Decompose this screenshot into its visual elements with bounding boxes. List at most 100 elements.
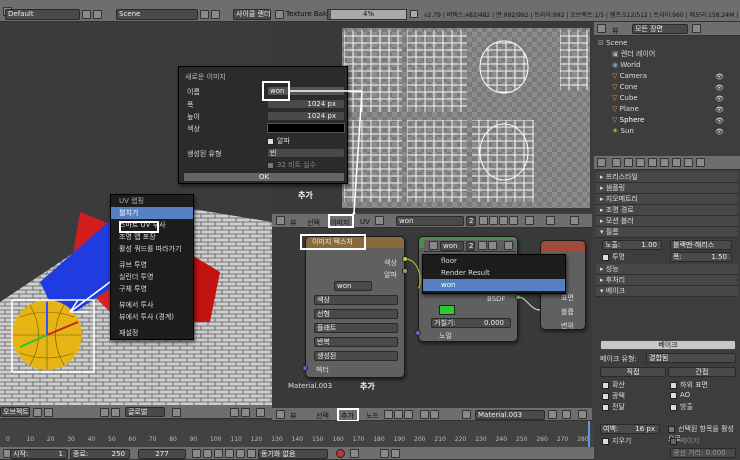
- transparent-checkbox[interactable]: 투명: [602, 252, 625, 262]
- cancel-icon[interactable]: [410, 10, 418, 18]
- node-browser-image[interactable]: won: [440, 241, 464, 251]
- node-image-field[interactable]: won: [334, 281, 372, 291]
- scene-field[interactable]: Scene: [116, 9, 198, 20]
- section-freestyle[interactable]: ▸ 프리스타일: [596, 172, 738, 183]
- pin-icon[interactable]: [525, 216, 534, 225]
- uv-menu-item-project-view-bounds[interactable]: 뷰에서 투사 (경계): [111, 311, 193, 323]
- render-engine-select[interactable]: 사이클 렌더: [233, 9, 271, 20]
- socket-color-out[interactable]: [402, 256, 408, 262]
- render-icon[interactable]: [256, 408, 265, 417]
- add-icon[interactable]: [82, 10, 91, 19]
- ao-checkbox[interactable]: AO: [670, 391, 690, 399]
- compositing-nodes-icon[interactable]: [404, 410, 413, 419]
- uv-menu-item-project-view[interactable]: 뷰에서 투사: [111, 299, 193, 311]
- new-image-icon[interactable]: [488, 241, 497, 250]
- display-channels-icon[interactable]: [546, 216, 555, 225]
- clear-checkbox[interactable]: 지우기: [602, 436, 631, 446]
- keying-icon[interactable]: [350, 449, 359, 458]
- image-texture-node[interactable]: 이미지 텍스처 색상 알파 won 색상 선형 플래트 반복 생성된 벡터: [305, 236, 405, 378]
- uv-image-name[interactable]: won: [396, 216, 464, 226]
- section-geometry[interactable]: ▸ 지오메트리: [596, 194, 738, 205]
- transmission-checkbox[interactable]: 전달: [602, 402, 625, 412]
- editor-type-icon[interactable]: [276, 216, 285, 225]
- ray-distance-field[interactable]: 광선 거리: 0.000: [670, 448, 736, 458]
- node-opt-source[interactable]: 생성된: [314, 351, 398, 361]
- section-sampling[interactable]: ▸ 샘플링: [596, 183, 738, 194]
- prev-key-icon[interactable]: [203, 449, 212, 458]
- next-key-icon[interactable]: [236, 449, 245, 458]
- editor-type-icon[interactable]: [597, 24, 606, 33]
- uv-menu-item-cube[interactable]: 큐브 투영: [111, 259, 193, 271]
- image-item-won[interactable]: won: [423, 279, 565, 291]
- keyframe-delete-icon[interactable]: [391, 449, 400, 458]
- roughness-field[interactable]: 거칠기: 0.000: [431, 318, 511, 328]
- section-bake[interactable]: ▾ 베이크: [596, 286, 738, 297]
- uv-menu-uvs[interactable]: UV: [360, 218, 370, 226]
- uv-menu-select[interactable]: 선택: [307, 218, 320, 228]
- render-tab-icon[interactable]: [612, 158, 621, 167]
- search-icon[interactable]: [692, 24, 701, 33]
- fake-user-icon[interactable]: [479, 216, 488, 225]
- sync-icon[interactable]: [570, 216, 579, 225]
- socket-normal-in[interactable]: [415, 330, 421, 336]
- node-opt-interp[interactable]: 선형: [314, 309, 398, 319]
- add-icon[interactable]: [200, 10, 209, 19]
- uv-menu-item-cylinder[interactable]: 실린더 투영: [111, 271, 193, 283]
- indirect-toggle[interactable]: 간접: [668, 367, 736, 377]
- float-checkbox[interactable]: 32 비트 실수: [267, 160, 316, 170]
- particles-tab-icon[interactable]: [684, 158, 693, 167]
- play-reverse-icon[interactable]: [214, 449, 223, 458]
- keyframe-insert-icon[interactable]: [380, 449, 389, 458]
- outliner-item-render-layer[interactable]: ▣ 렌더 레이어: [598, 49, 738, 60]
- scene-tab-icon[interactable]: [624, 158, 633, 167]
- start-frame-field[interactable]: 시작: 1: [10, 449, 68, 459]
- section-light-paths[interactable]: ▸ 조명 경로: [596, 205, 738, 216]
- close-icon[interactable]: [93, 10, 102, 19]
- image-item-render-result[interactable]: Render Result: [423, 267, 565, 279]
- filter-width-field[interactable]: 폭: 1.50: [670, 252, 732, 262]
- lock-icon[interactable]: [230, 408, 239, 417]
- jump-start-icon[interactable]: [192, 449, 201, 458]
- section-motion-blur[interactable]: ▸ 모션 블러: [596, 216, 738, 227]
- current-frame-field[interactable]: 277: [138, 449, 186, 459]
- uv-menu-item-sphere[interactable]: 구체 투영: [111, 283, 193, 295]
- filter-select[interactable]: 블랙맨-해리스: [670, 240, 732, 250]
- end-frame-field[interactable]: 종료: 250: [70, 449, 130, 459]
- ok-button[interactable]: OK: [183, 172, 345, 182]
- image-browse-icon[interactable]: [429, 241, 438, 250]
- viewport-shading-icon[interactable]: [33, 408, 42, 417]
- shader-nodes-icon[interactable]: [384, 410, 393, 419]
- layer-icon[interactable]: [172, 408, 181, 417]
- node-opt-color[interactable]: 색상: [314, 295, 398, 305]
- material-icon[interactable]: [462, 410, 471, 419]
- bake-button[interactable]: 베이크: [600, 340, 736, 350]
- close-icon[interactable]: [509, 216, 518, 225]
- material-tab-icon[interactable]: [660, 158, 669, 167]
- emit-checkbox[interactable]: 방출: [670, 402, 693, 412]
- margin-field[interactable]: 여백: 16 px: [600, 424, 660, 434]
- object-tab-icon[interactable]: [648, 158, 657, 167]
- outliner-item-world[interactable]: ◉ World: [598, 60, 738, 71]
- pivot-icon[interactable]: [44, 408, 53, 417]
- height-field[interactable]: 1024 px: [267, 111, 345, 121]
- socket-vector-in[interactable]: [302, 365, 308, 371]
- gen-type-select[interactable]: 빈: [267, 148, 345, 158]
- node-opt-ext[interactable]: 반복: [314, 337, 398, 347]
- close-icon[interactable]: [504, 241, 513, 250]
- open-image-icon[interactable]: [499, 216, 508, 225]
- new-image-icon[interactable]: [489, 216, 498, 225]
- close-icon[interactable]: [211, 10, 220, 19]
- texture-nodes-icon[interactable]: [394, 410, 403, 419]
- image-item-floor[interactable]: floor: [423, 255, 565, 267]
- node-menu-view[interactable]: 뷰: [290, 411, 296, 421]
- diffuse-checkbox[interactable]: 확산: [602, 380, 625, 390]
- play-icon[interactable]: [225, 449, 234, 458]
- snap-icon[interactable]: [241, 408, 250, 417]
- manipulator-icon[interactable]: [100, 408, 109, 417]
- cage-checkbox[interactable]: 케이지: [670, 436, 699, 446]
- node-opt-proj[interactable]: 플래트: [314, 323, 398, 333]
- outliner-item-scene[interactable]: ⊟ Scene: [598, 38, 738, 49]
- orientation-select[interactable]: 글로벌: [125, 407, 165, 417]
- gloss-checkbox[interactable]: 광택: [602, 391, 625, 401]
- mode-select[interactable]: 오브젝트 모드: [0, 407, 30, 417]
